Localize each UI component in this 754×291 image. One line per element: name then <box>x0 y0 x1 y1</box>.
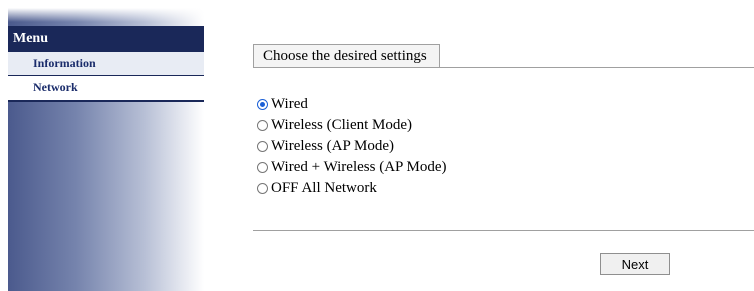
network-mode-options: Wired Wireless (Client Mode) Wireless (A… <box>257 94 447 199</box>
option-wireless-ap-label: Wireless (AP Mode) <box>271 138 394 154</box>
radio-wireless-ap[interactable] <box>257 141 268 152</box>
sidebar: Menu Information Network <box>8 8 204 291</box>
next-button[interactable]: Next <box>600 253 670 275</box>
option-wireless-client-label: Wireless (Client Mode) <box>271 117 413 133</box>
option-wired-wireless-ap-label: Wired + Wireless (AP Mode) <box>271 159 447 175</box>
settings-tab: Choose the desired settings <box>253 44 440 67</box>
radio-wireless-client[interactable] <box>257 120 268 131</box>
sidebar-item-information[interactable]: Information <box>8 52 204 76</box>
radio-wired-wireless-ap[interactable] <box>257 162 268 173</box>
option-off-all-network[interactable]: OFF All Network <box>257 178 447 199</box>
option-wired-wireless-ap[interactable]: Wired + Wireless (AP Mode) <box>257 157 447 178</box>
sidebar-item-network[interactable]: Network <box>8 76 204 102</box>
option-wired[interactable]: Wired <box>257 94 447 115</box>
option-off-all-network-label: OFF All Network <box>271 180 377 196</box>
option-wireless-ap[interactable]: Wireless (AP Mode) <box>257 136 447 157</box>
radio-wired[interactable] <box>257 99 268 110</box>
option-wireless-client[interactable]: Wireless (Client Mode) <box>257 115 447 136</box>
tab-underline <box>253 67 754 68</box>
settings-tab-row: Choose the desired settings <box>253 44 754 68</box>
option-wired-label: Wired <box>271 96 308 112</box>
sidebar-top-fade <box>8 8 204 22</box>
divider <box>253 230 754 231</box>
radio-off-all-network[interactable] <box>257 183 268 194</box>
menu-header: Menu <box>8 26 204 52</box>
